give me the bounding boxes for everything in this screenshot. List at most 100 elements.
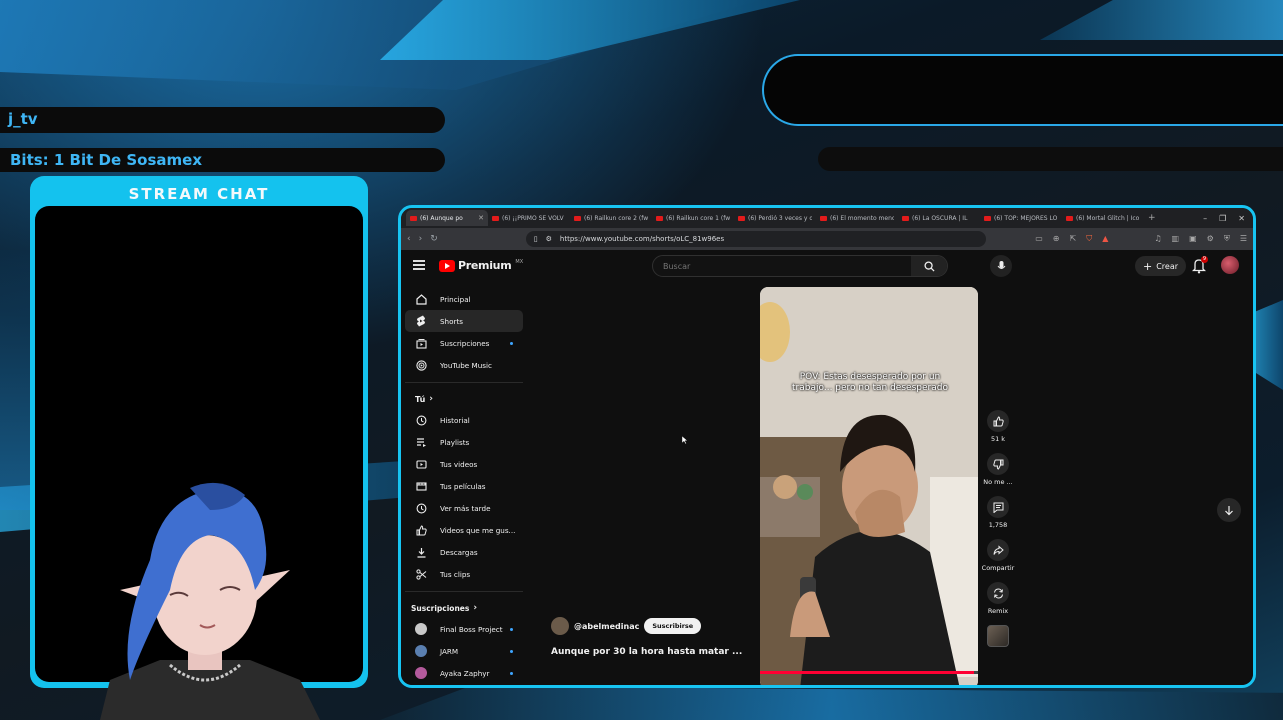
youtube-logo[interactable]: Premium MX [439, 259, 523, 272]
sidebar-section-suscripciones[interactable]: Suscripciones › [401, 598, 527, 618]
forward-icon[interactable]: › [419, 234, 423, 244]
short-title[interactable]: Aunque por 30 la hora hasta matar ... [551, 647, 742, 657]
microphone-icon [997, 260, 1005, 269]
wallet-icon[interactable]: ▣ [1189, 234, 1197, 244]
browser-tab[interactable]: (6) El momento menc [816, 210, 898, 226]
brave-shield-icon[interactable]: ⛉ [1086, 234, 1092, 244]
new-content-dot [510, 628, 513, 631]
comments-button[interactable] [987, 496, 1009, 518]
maximize-icon[interactable]: ❐ [1219, 214, 1226, 223]
tab-bar: (6) Aunque po ✕ (6) ¡¡PRIMO SE VOLV (6) R… [401, 208, 1253, 228]
site-info-icon[interactable]: ⚙ [546, 235, 552, 243]
dislike-button[interactable] [987, 453, 1009, 475]
history-icon [415, 414, 427, 426]
close-tab-icon[interactable]: ✕ [478, 214, 484, 222]
sidebar-icon[interactable]: ▥ [1172, 234, 1180, 244]
sidebar-section-tu[interactable]: Tú › [401, 389, 527, 409]
scissors-icon [415, 568, 427, 580]
sidebar-item-suscripciones[interactable]: Suscripciones [405, 332, 523, 354]
overlay-decoration [380, 686, 1283, 720]
sidebar-item-label: Playlists [440, 437, 470, 447]
channel-name[interactable]: @abelmedinac [574, 622, 639, 631]
browser-tab[interactable]: (6) Mortal Glitch | Ico [1062, 210, 1144, 226]
region-label: MX [515, 258, 524, 265]
rewards-icon[interactable]: ▲ [1102, 234, 1108, 244]
sidebar-subscription-item[interactable]: Final Boss Project [405, 618, 523, 640]
chevron-right-icon: › [429, 394, 433, 404]
channel-avatar[interactable] [551, 617, 569, 635]
home-icon [415, 293, 427, 305]
short-video-player[interactable]: POV: Estas desesperado por un trabajo...… [760, 287, 978, 685]
video-progress-bar[interactable] [760, 671, 978, 674]
chevron-right-icon: › [473, 603, 478, 613]
subscribe-button[interactable]: Suscribirse [644, 618, 702, 634]
close-window-icon[interactable]: ✕ [1238, 214, 1245, 223]
browser-tab[interactable]: (6) Aunque po ✕ [406, 210, 488, 226]
browser-tab[interactable]: (6) Railkun core 1 (fwe [652, 210, 734, 226]
dislike-action: No me ... [979, 453, 1017, 486]
remix-icon [993, 587, 1003, 599]
browser-tab[interactable]: (6) TOP: MEJORES LO [980, 210, 1062, 226]
browser-tab[interactable]: (6) La OSCURA | IL [898, 210, 980, 226]
playlist-icon[interactable]: ♫ [1154, 234, 1161, 244]
youtube-favicon-icon [820, 215, 827, 221]
video-frame [760, 287, 978, 685]
dislike-label: No me ... [983, 478, 1013, 486]
sidebar-item-ver-mas-tarde[interactable]: Ver más tarde [405, 497, 523, 519]
sidebar-item-shorts[interactable]: Shorts [405, 310, 523, 332]
back-icon[interactable]: ‹ [407, 234, 411, 244]
search-input[interactable] [653, 261, 911, 271]
new-content-dot [510, 650, 513, 653]
overlay-banner [762, 54, 1283, 126]
remix-label: Remix [987, 607, 1009, 615]
voice-search-button[interactable] [990, 255, 1012, 277]
url-field[interactable]: ▯ ⚙ https://www.youtube.com/shorts/oLC_8… [525, 231, 986, 247]
sidebar-item-tus-videos[interactable]: Tus videos [405, 453, 523, 475]
next-short-button[interactable] [1217, 498, 1241, 522]
sidebar-item-youtube-music[interactable]: YouTube Music [405, 354, 523, 376]
browser-tab[interactable]: (6) Railkun core 2 (fwe [570, 210, 652, 226]
sidebar-item-descargas[interactable]: Descargas [405, 541, 523, 563]
sidebar-item-label: JARM [440, 646, 459, 656]
youtube-favicon-icon [902, 215, 909, 221]
vtuber-avatar [100, 482, 320, 720]
share-icon[interactable]: ⇱ [1070, 234, 1077, 244]
bookmark-icon[interactable]: ▯ [534, 235, 538, 243]
sidebar-subscription-item[interactable]: JARM [405, 640, 523, 662]
youtube-favicon-icon [574, 215, 581, 221]
share-arrow-icon [993, 544, 1004, 555]
sidebar-item-videos-que-me-gustan[interactable]: Videos que me gus... [405, 519, 523, 541]
sidebar-item-historial[interactable]: Historial [405, 409, 523, 431]
profile-avatar[interactable] [1221, 256, 1239, 274]
vpn-icon[interactable]: ⛨ [1224, 234, 1230, 244]
playlist-icon [415, 436, 427, 448]
sidebar-item-label: Principal [440, 294, 471, 304]
address-bar-row: ‹ › ↻ ▯ ⚙ https://www.youtube.com/shorts… [401, 228, 1253, 250]
search-icon [923, 260, 935, 272]
screenshot-icon[interactable]: ▭ [1035, 234, 1043, 244]
reload-icon[interactable]: ↻ [430, 234, 438, 244]
new-tab-button[interactable]: + [1148, 213, 1156, 223]
menu-icon[interactable]: ☰ [1240, 234, 1247, 244]
sidebar-item-label: Tus videos [440, 459, 478, 469]
sidebar-item-playlists[interactable]: Playlists [405, 431, 523, 453]
sound-thumbnail[interactable] [987, 625, 1009, 647]
sidebar-subscription-item[interactable]: Ayaka Zaphyr [405, 662, 523, 684]
remix-action: Remix [979, 582, 1017, 615]
zoom-icon[interactable]: ⊕ [1053, 234, 1060, 244]
sidebar-item-tus-peliculas[interactable]: Tus películas [405, 475, 523, 497]
youtube-favicon-icon [1066, 215, 1073, 221]
sidebar-item-principal[interactable]: Principal [405, 288, 523, 310]
extensions-icon[interactable]: ⚙ [1207, 234, 1214, 244]
share-button[interactable] [987, 539, 1009, 561]
like-button[interactable] [987, 410, 1009, 432]
hamburger-menu-icon[interactable] [413, 260, 425, 270]
browser-tab[interactable]: (6) ¡¡PRIMO SE VOLV [488, 210, 570, 226]
remix-button[interactable] [987, 582, 1009, 604]
sidebar-item-label: Historial [440, 415, 470, 425]
search-button[interactable] [911, 256, 947, 276]
sidebar-item-tus-clips[interactable]: Tus clips [405, 563, 523, 585]
create-button[interactable]: + Crear [1135, 256, 1187, 276]
minimize-icon[interactable]: – [1203, 214, 1207, 223]
browser-tab[interactable]: (6) Perdió 3 veces y o [734, 210, 816, 226]
